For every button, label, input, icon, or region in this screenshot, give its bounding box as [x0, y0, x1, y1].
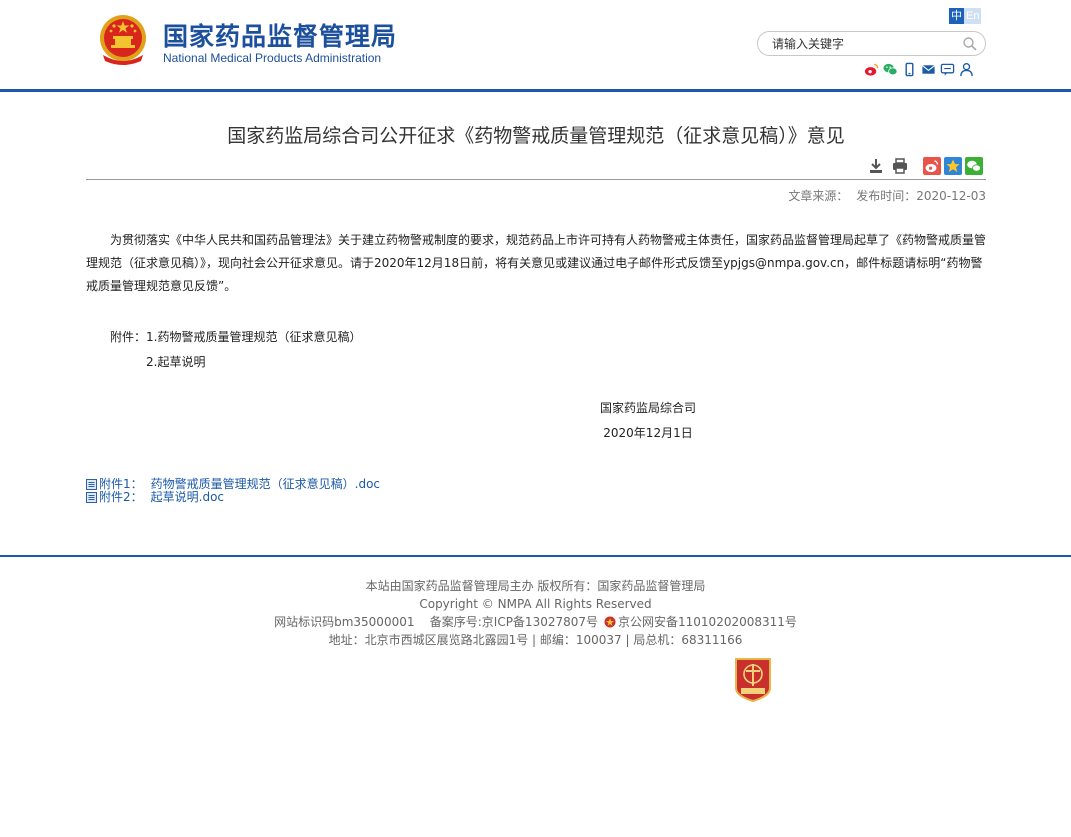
mobile-icon[interactable]: [902, 62, 917, 77]
site-logo-en[interactable]: National Medical Products Administration: [163, 51, 381, 65]
article-signature: 国家药监局综合司 2020年12月1日: [560, 396, 736, 446]
search-input[interactable]: [772, 35, 952, 52]
lang-cn-button[interactable]: 中: [949, 8, 964, 24]
site-logo-cn[interactable]: 国家药品监督管理局: [163, 17, 397, 53]
footer-police-record[interactable]: 京公网安备11010202008311号: [618, 615, 797, 629]
share-weibo-icon[interactable]: [923, 157, 941, 175]
weibo-icon[interactable]: [864, 62, 879, 77]
share-wechat-icon[interactable]: [965, 157, 983, 175]
signature-date: 2020年12月1日: [603, 426, 693, 440]
doc-file-icon: [86, 479, 97, 490]
email-icon[interactable]: [921, 62, 936, 77]
site-header: 国家药品监督管理局 National Medical Products Admi…: [0, 0, 1071, 96]
national-emblem-icon[interactable]: [97, 11, 149, 67]
share-qzone-icon[interactable]: [944, 157, 962, 175]
language-switcher: 中 En: [949, 8, 982, 24]
footer-icp[interactable]: 网站标识码bm35000001 备案序号:京ICP备13027807号: [274, 615, 598, 629]
article-title: 国家药监局综合司公开征求《药物警戒质量管理规范（征求意见稿）》意见: [227, 125, 845, 147]
article-paragraph: 为贯彻落实《中华人民共和国药品管理法》关于建立药物警戒制度的要求，规范药品上市许…: [86, 233, 987, 293]
message-icon[interactable]: [940, 62, 955, 77]
lang-en-button[interactable]: En: [964, 8, 982, 24]
print-icon[interactable]: [891, 157, 909, 175]
footer-address: 地址：北京市西城区展览路北露园1号 | 邮编：100037 | 局总机：6831…: [328, 633, 743, 647]
attachment-file-2[interactable]: 附件2： 起草说明.doc: [86, 491, 380, 504]
article-source: 文章来源：: [788, 189, 849, 203]
footer-sponsor: 本站由国家药品监督管理局主办 版权所有：国家药品监督管理局: [365, 579, 706, 593]
site-footer: 本站由国家药品监督管理局主办 版权所有：国家药品监督管理局 Copyright …: [0, 577, 1071, 649]
attachment-line-2: 2.起草说明: [146, 355, 206, 369]
header-divider: [0, 89, 1071, 92]
article-tools: [867, 157, 909, 175]
article-meta: 文章来源： 发布时间：2020-12-03: [86, 187, 986, 204]
search-icon[interactable]: [962, 36, 978, 52]
social-links: [864, 62, 974, 77]
search-box: [757, 31, 986, 56]
attachment-file-link[interactable]: 起草说明.doc: [151, 491, 224, 504]
attachment-files: 附件1： 药物警戒质量管理规范（征求意见稿）.doc 附件2： 起草说明.doc: [86, 478, 380, 504]
attachment-line-1: 附件：1.药物警戒质量管理规范（征求意见稿）: [110, 330, 362, 344]
attachment-list-text: 附件：1.药物警戒质量管理规范（征求意见稿） 2.起草说明: [110, 325, 361, 375]
footer-copyright: Copyright © NMPA All Rights Reserved: [419, 597, 652, 611]
title-divider: [86, 179, 986, 180]
police-badge-icon: [604, 616, 616, 628]
attachment-file-label: 附件2：: [99, 490, 143, 504]
user-icon[interactable]: [959, 62, 974, 77]
download-icon[interactable]: [867, 157, 885, 175]
signature-org: 国家药监局综合司: [599, 401, 696, 415]
footer-record: 网站标识码bm35000001 备案序号:京ICP备13027807号 京公网安…: [0, 613, 1071, 631]
footer-divider: [0, 555, 1071, 557]
doc-file-icon: [86, 492, 97, 503]
wechat-icon[interactable]: [883, 62, 898, 77]
article-body: 为贯彻落实《中华人民共和国药品管理法》关于建立药物警戒制度的要求，规范药品上市许…: [86, 229, 986, 298]
share-tools: [923, 157, 983, 175]
party-government-badge-icon[interactable]: [733, 656, 773, 702]
article-publish-date: 发布时间：2020-12-03: [856, 189, 986, 203]
